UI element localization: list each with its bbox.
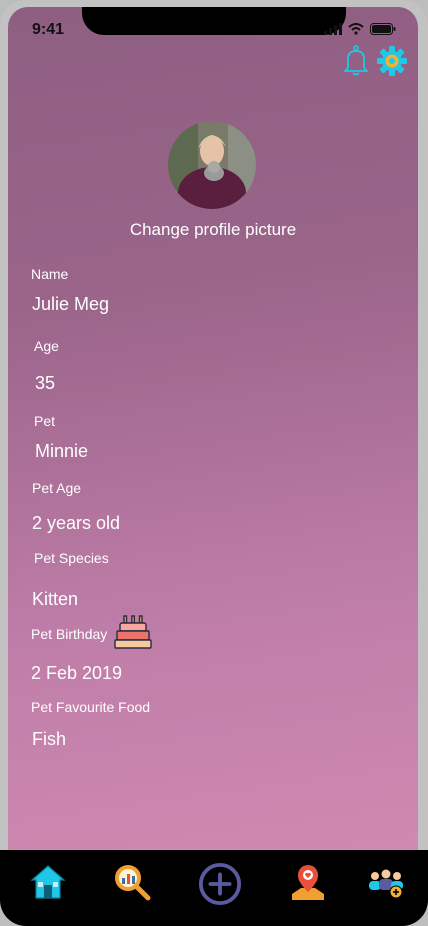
signal-icon bbox=[324, 23, 342, 35]
nav-search[interactable] bbox=[110, 860, 154, 904]
profile-screen: 9:41 Change profile picture Name Julie M… bbox=[8, 7, 418, 926]
search-icon bbox=[115, 865, 151, 901]
nav-add-button[interactable] bbox=[198, 862, 242, 906]
status-time: 9:41 bbox=[32, 21, 65, 38]
status-icons bbox=[324, 23, 396, 35]
wifi-icon bbox=[348, 23, 364, 35]
nav-community[interactable] bbox=[364, 860, 408, 904]
community-icon bbox=[369, 869, 403, 899]
age-field[interactable]: 35 bbox=[35, 373, 55, 394]
add-icon bbox=[198, 862, 242, 906]
pet-label: Pet bbox=[34, 413, 56, 429]
battery-icon bbox=[370, 23, 396, 35]
home-icon bbox=[30, 865, 66, 899]
nav-home[interactable] bbox=[26, 860, 70, 904]
profile-photo bbox=[168, 121, 256, 209]
phone-frame: 9:41 Change profile picture Name Julie M… bbox=[0, 0, 428, 926]
avatar[interactable] bbox=[168, 121, 256, 209]
change-profile-picture-link[interactable]: Change profile picture bbox=[8, 220, 418, 240]
device-notch bbox=[82, 7, 346, 35]
pet-species-field[interactable]: Kitten bbox=[32, 589, 78, 610]
pet-age-field[interactable]: 2 years old bbox=[32, 513, 120, 534]
pet-field[interactable]: Minnie bbox=[35, 441, 88, 462]
top-actions bbox=[342, 45, 408, 77]
birthday-cake-icon bbox=[114, 615, 152, 649]
pet-food-field[interactable]: Fish bbox=[32, 729, 66, 750]
pet-birthday-label: Pet Birthday bbox=[31, 626, 108, 642]
pet-age-label: Pet Age bbox=[32, 480, 82, 496]
map-pin-icon bbox=[292, 865, 324, 900]
name-field[interactable]: Julie Meg bbox=[32, 294, 109, 315]
nav-map[interactable] bbox=[286, 860, 330, 904]
pet-birthday-field[interactable]: 2 Feb 2019 bbox=[31, 663, 122, 684]
pet-species-label: Pet Species bbox=[34, 550, 109, 566]
name-label: Name bbox=[31, 266, 69, 282]
age-label: Age bbox=[34, 338, 59, 354]
bottom-nav bbox=[0, 850, 428, 926]
bell-icon[interactable] bbox=[342, 45, 370, 77]
gear-icon[interactable] bbox=[376, 45, 408, 77]
pet-food-label: Pet Favourite Food bbox=[31, 699, 151, 715]
